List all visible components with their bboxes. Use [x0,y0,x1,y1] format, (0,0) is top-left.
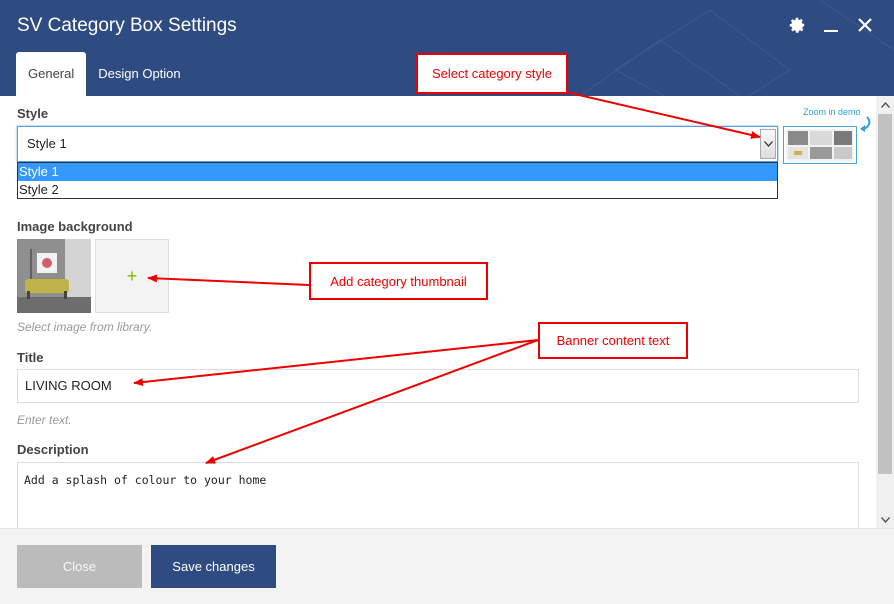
image-background-help: Select image from library. [17,320,153,334]
plus-icon: + [126,265,138,286]
style-preview-thumbnail[interactable] [783,126,857,164]
content-scrollbar[interactable] [876,96,894,528]
gear-icon[interactable] [786,14,808,36]
callout-select-style: Select category style [416,53,568,94]
dropdown-option-style-1[interactable]: Style 1 [18,163,777,181]
close-button[interactable]: Close [17,545,142,588]
description-textarea[interactable]: Add a splash of colour to your home [17,462,859,528]
tab-design-option[interactable]: Design Option [86,52,192,96]
save-changes-button[interactable]: Save changes [151,545,276,588]
dialog-title: SV Category Box Settings [17,15,237,36]
title-help: Enter text. [17,413,72,427]
chevron-down-icon[interactable] [760,129,776,159]
image-background-label: Image background [17,219,133,234]
dialog-footer: Close Save changes [0,528,894,604]
close-icon[interactable] [854,14,876,36]
minimize-icon[interactable] [820,14,842,36]
image-background-thumbnail[interactable] [17,239,91,313]
style-dropdown-list: Style 1 Style 2 [17,162,778,199]
title-input[interactable]: LIVING ROOM [17,369,859,403]
callout-banner-text: Banner content text [538,322,688,359]
scroll-down-icon[interactable] [876,511,894,528]
style-label: Style [17,106,49,121]
style-select-value: Style 1 [27,136,67,151]
scrollbar-thumb[interactable] [878,114,892,474]
description-label: Description [17,442,89,457]
tab-general[interactable]: General [16,52,87,96]
zoom-in-demo-link[interactable]: Zoom in demo [803,107,861,117]
callout-add-thumbnail: Add category thumbnail [309,262,488,300]
scroll-up-icon[interactable] [876,96,894,113]
settings-content: Style Zoom in demo Style 1 Style 1 Style… [0,96,876,528]
add-image-button[interactable]: + [95,239,169,313]
title-label: Title [17,350,44,365]
style-select[interactable]: Style 1 [17,126,778,162]
dropdown-option-style-2[interactable]: Style 2 [18,181,777,199]
curved-arrow-icon [860,116,871,132]
